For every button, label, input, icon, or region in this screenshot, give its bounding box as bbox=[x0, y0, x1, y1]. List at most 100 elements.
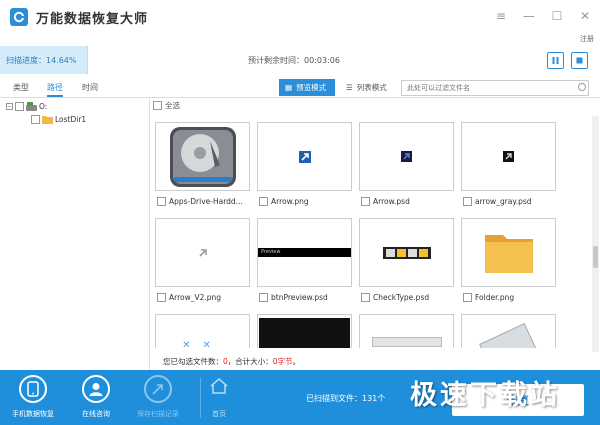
blue-x-icon: ✕✕ bbox=[182, 340, 223, 348]
file-tile[interactable] bbox=[359, 122, 454, 191]
grid-icon: ▦ bbox=[285, 83, 293, 92]
file-caption[interactable]: Arrow.png bbox=[259, 197, 359, 206]
preview-mode-button[interactable]: ▦ 预览模式 bbox=[279, 79, 335, 96]
preview-mode-label: 预览模式 bbox=[296, 83, 327, 92]
file-checkbox[interactable] bbox=[157, 293, 166, 302]
arrow-icon bbox=[401, 151, 412, 162]
arrow-v2-icon bbox=[198, 248, 207, 257]
file-checkbox[interactable] bbox=[259, 293, 268, 302]
title-bar: 万能数据恢复大师 ≡ — ☐ ✕ bbox=[0, 0, 600, 34]
file-checkbox[interactable] bbox=[361, 293, 370, 302]
list-mode-button[interactable]: ☰ 列表模式 bbox=[340, 79, 393, 96]
file-checkbox[interactable] bbox=[259, 197, 268, 206]
menu-icon[interactable]: ≡ bbox=[494, 9, 508, 23]
selection-status: 您已勾选文件数： 0 ，合计大小： 0字节 。 bbox=[153, 352, 600, 370]
file-checkbox[interactable] bbox=[361, 197, 370, 206]
file-name: Arrow.psd bbox=[373, 197, 410, 206]
tree-drive-node[interactable]: − O: bbox=[6, 102, 47, 111]
folder-tree: − O: LostDir1 bbox=[0, 98, 150, 370]
folder-checkbox[interactable] bbox=[31, 115, 40, 124]
save-record-label: 保存扫描记录 bbox=[137, 410, 179, 418]
list-mode-label: 列表模式 bbox=[356, 83, 387, 92]
divider bbox=[200, 378, 201, 418]
register-link[interactable]: 注册 bbox=[580, 34, 594, 44]
file-name: Folder.png bbox=[475, 293, 515, 302]
file-checkbox[interactable] bbox=[157, 197, 166, 206]
folder-icon bbox=[484, 234, 533, 273]
status-prefix: 您已勾选文件数： bbox=[163, 356, 223, 366]
tab-time[interactable]: 时间 bbox=[82, 82, 98, 93]
minimize-icon[interactable]: — bbox=[522, 9, 536, 23]
preview-button-strip: Preview bbox=[258, 248, 351, 257]
file-tile[interactable] bbox=[461, 314, 556, 348]
file-tile[interactable]: Preview bbox=[257, 218, 352, 287]
home-icon bbox=[210, 378, 228, 394]
save-record-button[interactable]: 保存扫描记录 bbox=[130, 375, 186, 419]
close-icon[interactable]: ✕ bbox=[578, 9, 592, 23]
hard-drive-icon bbox=[169, 126, 236, 187]
file-name: arrow_gray.psd bbox=[475, 197, 532, 206]
tab-type[interactable]: 类型 bbox=[13, 82, 29, 93]
select-all[interactable]: 全选 bbox=[153, 100, 180, 111]
phone-recovery-label: 手机数据恢复 bbox=[12, 410, 54, 418]
file-checkbox[interactable] bbox=[463, 197, 472, 206]
file-caption[interactable]: CheckType.psd bbox=[361, 293, 461, 302]
select-all-label: 全选 bbox=[165, 101, 180, 110]
remaining-time: 预计剩余时间：00:03:06 bbox=[248, 56, 340, 65]
filter-input[interactable] bbox=[401, 80, 589, 96]
file-name: Arrow.png bbox=[271, 197, 309, 206]
file-caption[interactable]: Arrow.psd bbox=[361, 197, 461, 206]
grid-scrollbar[interactable] bbox=[592, 116, 599, 352]
arrow-icon bbox=[298, 150, 311, 163]
file-caption[interactable]: Arrow_V2.png bbox=[157, 293, 257, 302]
file-tile[interactable] bbox=[257, 314, 352, 348]
phone-recovery-button[interactable]: 手机数据恢复 bbox=[5, 375, 61, 419]
file-caption[interactable]: Folder.png bbox=[463, 293, 563, 302]
online-consult-button[interactable]: 在线咨询 bbox=[68, 375, 124, 419]
pause-button[interactable] bbox=[547, 52, 564, 69]
file-tile[interactable] bbox=[155, 122, 250, 191]
file-tile[interactable] bbox=[257, 122, 352, 191]
file-name: btnPreview.psd bbox=[271, 293, 328, 302]
home-label: 首页 bbox=[212, 410, 226, 418]
file-grid: Apps-Drive-Hardd... Arrow.png Arrow.psd … bbox=[153, 116, 593, 348]
file-name: CheckType.psd bbox=[373, 293, 430, 302]
pause-icon bbox=[552, 57, 559, 64]
file-tile[interactable] bbox=[461, 122, 556, 191]
maximize-icon[interactable]: ☐ bbox=[550, 9, 564, 23]
online-consult-label: 在线咨询 bbox=[82, 410, 110, 418]
toolbar-row: 类型 路径 时间 ▦ 预览模式 ☰ 列表模式 bbox=[0, 78, 600, 98]
app-logo-icon bbox=[10, 8, 28, 26]
stop-button[interactable] bbox=[571, 52, 588, 69]
drive-checkbox[interactable] bbox=[15, 102, 24, 111]
progress-label: 扫描进度：14.64% bbox=[6, 56, 77, 65]
file-tile[interactable]: ✕✕ bbox=[155, 314, 250, 348]
app-title: 万能数据恢复大师 bbox=[36, 11, 149, 27]
folder-label: LostDir1 bbox=[55, 115, 87, 124]
toolbar-thumbnail bbox=[371, 337, 442, 347]
file-tile[interactable] bbox=[359, 218, 454, 287]
file-name: Apps-Drive-Hardd... bbox=[169, 197, 243, 206]
file-caption[interactable]: Apps-Drive-Hardd... bbox=[157, 197, 257, 206]
card-thumbnail bbox=[478, 322, 539, 348]
checktype-strip bbox=[382, 246, 431, 259]
user-icon bbox=[82, 375, 110, 403]
file-caption[interactable]: arrow_gray.psd bbox=[463, 197, 563, 206]
drive-icon bbox=[26, 102, 37, 111]
tree-folder-node[interactable]: LostDir1 bbox=[31, 115, 86, 124]
search-icon[interactable] bbox=[578, 83, 586, 91]
home-button[interactable]: 首页 bbox=[210, 378, 228, 419]
status-suffix: 。 bbox=[292, 356, 301, 366]
file-checkbox[interactable] bbox=[463, 293, 472, 302]
collapse-icon[interactable]: − bbox=[6, 103, 13, 110]
file-name: Arrow_V2.png bbox=[169, 293, 222, 302]
scan-progress-bar: 扫描进度：14.64% 预计剩余时间：00:03:06 bbox=[0, 46, 600, 74]
preview-strip-text: Preview bbox=[261, 249, 281, 255]
file-tile[interactable] bbox=[155, 218, 250, 287]
file-tile[interactable] bbox=[461, 218, 556, 287]
file-caption[interactable]: btnPreview.psd bbox=[259, 293, 359, 302]
select-all-checkbox[interactable] bbox=[153, 101, 162, 110]
scroll-thumb[interactable] bbox=[593, 246, 598, 268]
file-tile[interactable] bbox=[359, 314, 454, 348]
tab-path[interactable]: 路径 bbox=[47, 82, 63, 97]
